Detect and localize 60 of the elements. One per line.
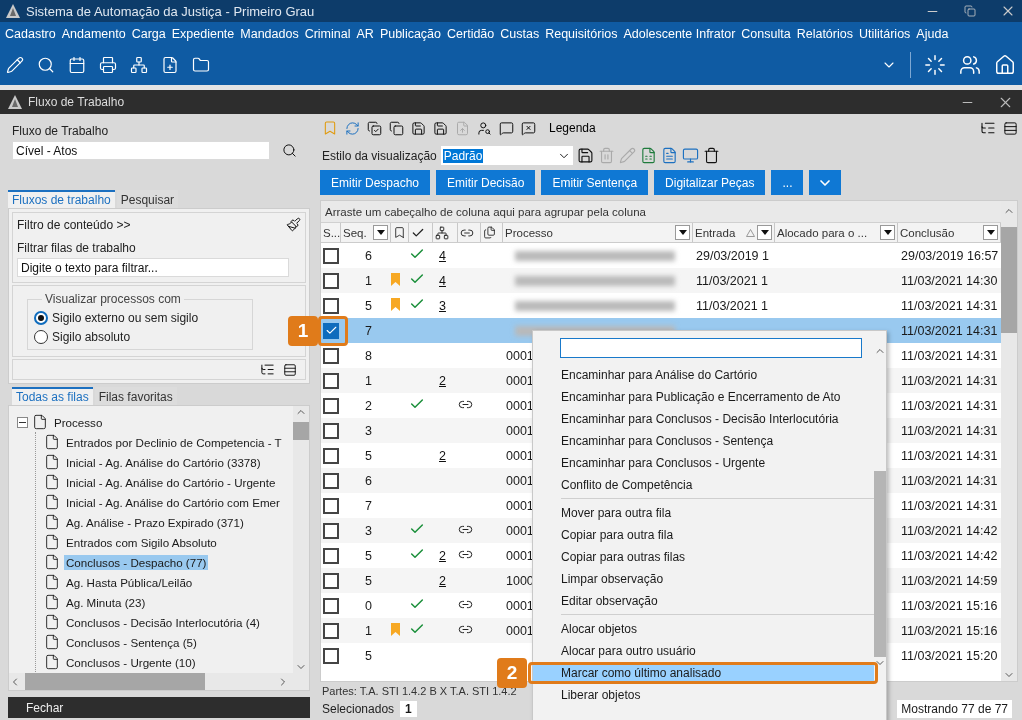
- table-cell-text: 11/03/2021 14:31: [900, 298, 999, 313]
- table-cell-text: 7: [364, 498, 373, 513]
- table-cell-text: 11/03/2021 14:30: [900, 273, 999, 288]
- table-cell-text: 11/03/2021 14:31: [900, 323, 999, 338]
- record-count: Mostrando 77 de 77: [897, 700, 1012, 718]
- table-cell-text: 6: [364, 248, 373, 263]
- table-cell-text: 11/03/2021 15:20: [900, 648, 999, 663]
- table-cell-text: 6: [364, 473, 373, 488]
- callout-badge: 2: [497, 658, 527, 688]
- table-cell-text: 0001: [505, 473, 534, 488]
- table-cell-text: 11/03/2021 15:16: [900, 623, 999, 638]
- table-cell-text: 3: [364, 523, 373, 538]
- field-label: Fluxo de Trabalho: [12, 124, 109, 138]
- table-cell-text: 11/03/2021 1: [695, 273, 769, 288]
- table-cell-text: 11/03/2021 14:31: [900, 448, 999, 463]
- table-cell-text: 11/03/2021 14:31: [900, 473, 999, 488]
- field-label: Estilo da visualização: [321, 148, 437, 163]
- table-cell-text: 11/03/2021 14:31: [900, 423, 999, 438]
- selected-label: Selecionados: [322, 702, 395, 716]
- table-cell-text: 0001: [505, 448, 534, 463]
- window-title: Sistema de Automação da Justiça - Primeiro Grau: [26, 3, 316, 19]
- table-cell-text: 11/03/2021 14:31: [900, 498, 999, 513]
- table-cell-text: 11/03/2021 14:31: [900, 398, 999, 413]
- table-cell-text: 0001: [505, 398, 534, 413]
- table-cell-text: 5: [364, 573, 373, 588]
- table-cell-text: 3: [364, 423, 373, 438]
- selected-count: 1: [400, 701, 417, 717]
- table-cell-text: 0001: [505, 523, 534, 538]
- table-cell-text: 0001: [505, 348, 534, 363]
- table-cell-text: 0001: [505, 598, 534, 613]
- table-cell-text: 11/03/2021 14:59: [900, 573, 999, 588]
- table-cell-text: 11/03/2021 14:31: [900, 373, 999, 388]
- callout-badge: 1: [288, 316, 318, 346]
- table-cell-text: 11/03/2021 14:42: [900, 548, 999, 563]
- table-cell-text: 0001: [505, 548, 534, 563]
- table-cell-text: 7: [364, 323, 373, 338]
- panel-title: Fluxo de Trabalho: [28, 95, 126, 109]
- table-cell-text: 5: [364, 298, 373, 313]
- table-cell-text: 0001: [505, 373, 534, 388]
- table-cell-text: 5: [364, 548, 373, 563]
- table-cell-text: 11/03/2021 14:42: [900, 523, 999, 538]
- table-cell-text: 11/03/2021 1: [695, 298, 769, 313]
- table-cell-text: 8: [364, 348, 373, 363]
- table-cell-text: 0001: [505, 423, 534, 438]
- table-cell-text: 29/03/2019 1: [695, 248, 769, 263]
- table-cell-text: 1: [364, 273, 373, 288]
- table-cell-text: 0001: [505, 623, 534, 638]
- table-cell-text: 0: [364, 598, 373, 613]
- table-cell-text: 11/03/2021 15:16: [900, 598, 999, 613]
- group-hint: Arraste um cabeçalho de coluna aqui para agrupar pela coluna: [321, 201, 1001, 223]
- table-cell-text: 5: [364, 648, 373, 663]
- table-cell-text: 11/03/2021 14:31: [900, 348, 999, 363]
- table-cell-text: 1: [364, 373, 373, 388]
- table-cell-text: 29/03/2019 16:57: [900, 248, 1000, 263]
- table-cell-text: 0001: [505, 498, 534, 513]
- table-cell-text: 2: [364, 398, 373, 413]
- table-cell-text: 1: [364, 623, 373, 638]
- group-legend: Visualizar processos com: [42, 292, 184, 306]
- field-label: Filtrar filas de trabalho: [17, 241, 136, 255]
- table-cell-text: 5: [364, 448, 373, 463]
